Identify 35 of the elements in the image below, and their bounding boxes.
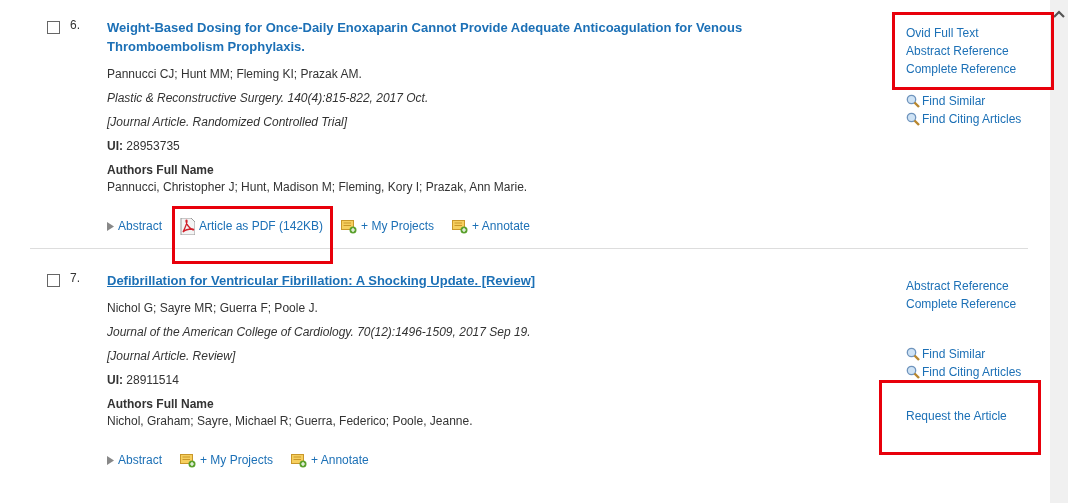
record-number: 7. (70, 271, 80, 285)
authors-full-names: Nichol, Graham; Sayre, Michael R; Guerra, Federico; Poole, Jeanne. (107, 413, 474, 430)
authors: Nichol G; Sayre MR; Guerra F; Poole J. (107, 300, 319, 317)
tool-link[interactable]: Find Similar (922, 345, 986, 363)
reference-link[interactable]: Complete Reference (906, 295, 1022, 313)
action-link[interactable]: + My Projects (361, 219, 435, 233)
full-names-heading: Authors Full Name (107, 396, 215, 412)
source-citation: Journal of the American College of Cardiology. 70(12):1496-1509, 2017 Sep 19. (107, 324, 532, 341)
ui-number: 28953735 (126, 139, 180, 153)
action-link[interactable]: + My Projects (200, 453, 274, 467)
ui-number: 28911514 (126, 373, 179, 387)
record-number: 6. (70, 18, 80, 32)
authors: Pannucci CJ; Hunt MM; Fleming KI; Prazak AM. (107, 66, 363, 83)
ui-label: UI: (107, 373, 123, 387)
full-names-heading: Authors Full Name (107, 162, 215, 178)
tool-link[interactable]: Find Citing Articles (922, 110, 1022, 128)
article-title-link[interactable]: Weight-Based Dosing for Once-Daily Enoxaparin Cannot Provide Adequate Anticoagulation for Venous Thromboembolism Prophylaxis. (107, 18, 797, 56)
ui-label: UI: (107, 139, 123, 153)
source-citation: Plastic & Reconstructive Surgery. 140(4):815-822, 2017 Oct. (107, 90, 430, 107)
reference-link[interactable]: Ovid Full Text (906, 24, 1022, 42)
reference-link[interactable]: Abstract Reference (906, 277, 1022, 295)
action-link[interactable]: Abstract (118, 453, 162, 467)
action-link[interactable]: + Annotate (311, 453, 369, 467)
action-link[interactable]: Abstract (118, 219, 162, 233)
tool-link[interactable]: Find Similar (922, 92, 986, 110)
action-link[interactable]: Article as PDF (142KB) (199, 219, 324, 233)
action-link[interactable]: + Annotate (472, 219, 530, 233)
publication-type: [Journal Article. Randomized Controlled Trial] (107, 114, 349, 131)
tool-link[interactable]: Find Citing Articles (922, 363, 1022, 381)
reference-link[interactable]: Complete Reference (906, 60, 1022, 78)
authors-full-names: Pannucci, Christopher J; Hunt, Madison M; Fleming, Kory I; Prazak, Ann Marie. (107, 179, 529, 196)
reference-link[interactable]: Abstract Reference (906, 42, 1022, 60)
publication-type: [Journal Article. Review] (107, 348, 237, 365)
request-link[interactable]: Request the Article (906, 409, 1007, 423)
article-title-link[interactable]: Defibrillation for Ventricular Fibrillation: A Shocking Update. [Review] (107, 271, 797, 290)
